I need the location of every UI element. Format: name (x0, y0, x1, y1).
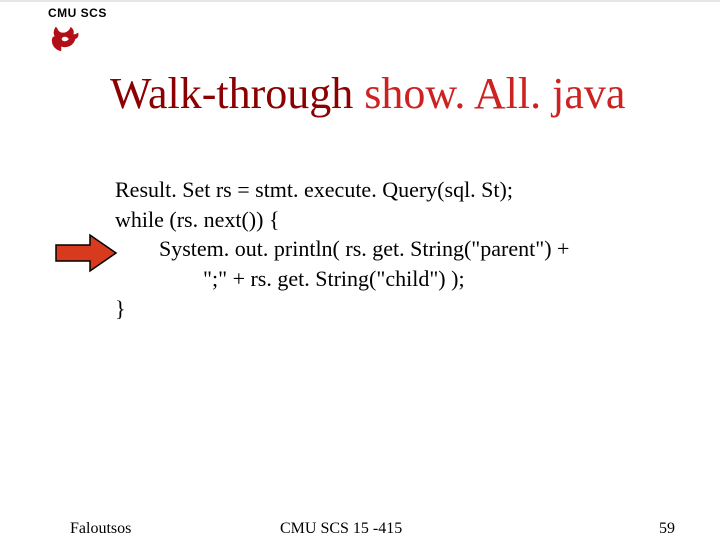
footer-author: Faloutsos (70, 520, 131, 538)
right-arrow-icon (54, 233, 118, 278)
footer-course: CMU SCS 15 -415 (280, 520, 402, 538)
code-line: ";" + rs. get. String("child") ); (115, 266, 465, 291)
header-label: CMU SCS (48, 6, 107, 20)
title-filename: show. All. java (364, 69, 625, 118)
top-border (0, 0, 720, 2)
code-block: Result. Set rs = stmt. execute. Query(sq… (115, 175, 569, 323)
griffin-logo-icon (50, 24, 80, 54)
footer-page-number: 59 (659, 520, 675, 538)
slide-title: Walk-through show. All. java (110, 70, 625, 118)
code-line: Result. Set rs = stmt. execute. Query(sq… (115, 177, 513, 202)
title-prefix: Walk-through (110, 69, 364, 118)
code-line: System. out. println( rs. get. String("p… (115, 236, 569, 261)
header: CMU SCS (48, 6, 107, 20)
code-line: } (115, 296, 126, 321)
code-line: while (rs. next()) { (115, 207, 280, 232)
